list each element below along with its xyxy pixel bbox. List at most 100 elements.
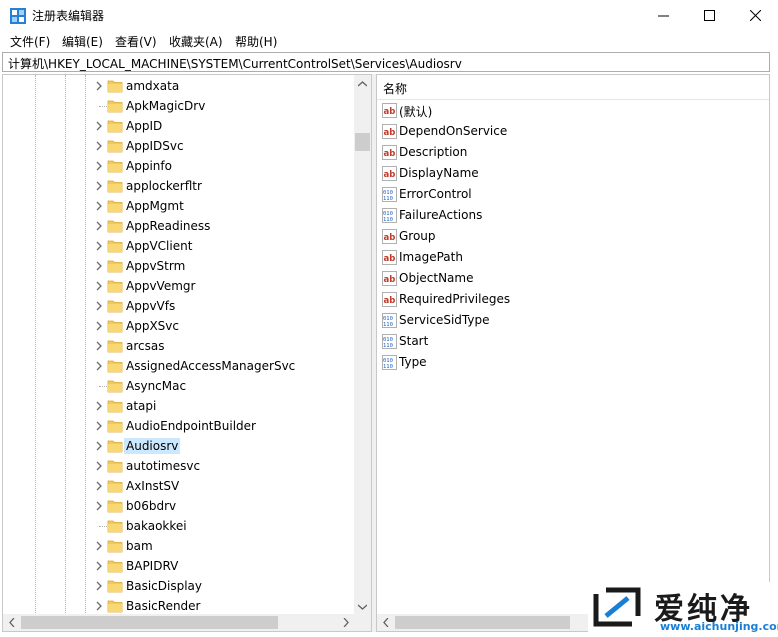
expand-chevron-icon[interactable] xyxy=(94,421,104,431)
value-row[interactable]: ab ObjectName xyxy=(377,268,769,289)
expand-chevron-icon[interactable] xyxy=(94,121,104,131)
tree-item[interactable]: BasicRender xyxy=(3,596,353,616)
expand-chevron-icon[interactable] xyxy=(94,221,104,231)
svg-text:ab: ab xyxy=(384,149,396,159)
expand-chevron-icon[interactable] xyxy=(94,441,104,451)
tree-item[interactable]: AppvVemgr xyxy=(3,276,353,296)
tree-horizontal-scroll-thumb[interactable] xyxy=(21,616,278,629)
tree-item[interactable]: atapi xyxy=(3,396,353,416)
expand-chevron-icon[interactable] xyxy=(94,461,104,471)
expand-chevron-icon[interactable] xyxy=(94,341,104,351)
scroll-left-button[interactable] xyxy=(3,614,20,631)
value-row[interactable]: ab RequiredPrivileges xyxy=(377,289,769,310)
tree-item[interactable]: bakaokkei xyxy=(3,516,353,536)
expand-chevron-icon[interactable] xyxy=(94,81,104,91)
menu-view[interactable]: 查看(V) xyxy=(115,33,157,50)
tree-item[interactable]: BAPIDRV xyxy=(3,556,353,576)
value-row[interactable]: 010 110 FailureActions xyxy=(377,205,769,226)
scroll-right-button[interactable] xyxy=(337,614,354,631)
menu-file[interactable]: 文件(F) xyxy=(10,33,50,50)
expand-chevron-icon[interactable] xyxy=(94,361,104,371)
expand-chevron-icon[interactable] xyxy=(94,201,104,211)
value-row[interactable]: ab DisplayName xyxy=(377,163,769,184)
string-value-icon: ab xyxy=(382,145,397,160)
tree-item[interactable]: AssignedAccessManagerSvc xyxy=(3,356,353,376)
menu-favorites[interactable]: 收藏夹(A) xyxy=(169,33,223,50)
tree-item[interactable]: AppVClient xyxy=(3,236,353,256)
tree-item[interactable]: bam xyxy=(3,536,353,556)
value-row[interactable]: ab Description xyxy=(377,142,769,163)
tree-horizontal-scrollbar[interactable] xyxy=(3,614,371,631)
expand-chevron-icon[interactable] xyxy=(94,481,104,491)
tree-item[interactable]: BasicDisplay xyxy=(3,576,353,596)
tree-item-label: bam xyxy=(126,539,153,553)
regedit-app-icon xyxy=(10,8,26,24)
tree-item[interactable]: AppXSvc xyxy=(3,316,353,336)
string-value-icon: ab xyxy=(382,229,397,244)
tree-item[interactable]: AppReadiness xyxy=(3,216,353,236)
tree-item[interactable]: arcsas xyxy=(3,336,353,356)
value-row[interactable]: 010 110 Start xyxy=(377,331,769,352)
tree-item[interactable]: AppID xyxy=(3,116,353,136)
expand-chevron-icon[interactable] xyxy=(94,321,104,331)
expand-chevron-icon[interactable] xyxy=(94,241,104,251)
value-name: Start xyxy=(399,334,429,348)
expand-chevron-icon[interactable] xyxy=(94,601,104,611)
tree-item[interactable]: b06bdrv xyxy=(3,496,353,516)
scroll-down-button[interactable] xyxy=(354,598,371,615)
scroll-up-button[interactable] xyxy=(354,75,371,92)
tree-item[interactable]: AppIDSvc xyxy=(3,136,353,156)
value-row[interactable]: 010 110 Type xyxy=(377,352,769,373)
tree-item[interactable]: Appinfo xyxy=(3,156,353,176)
maximize-button[interactable] xyxy=(686,0,732,30)
expand-chevron-icon[interactable] xyxy=(94,301,104,311)
expand-chevron-icon[interactable] xyxy=(94,281,104,291)
value-row[interactable]: ab (默认) xyxy=(377,100,769,121)
tree-item[interactable]: AppMgmt xyxy=(3,196,353,216)
svg-text:110: 110 xyxy=(383,322,393,328)
expand-chevron-icon[interactable] xyxy=(94,401,104,411)
tree-item[interactable]: AxInstSV xyxy=(3,476,353,496)
tree-item[interactable]: AppvVfs xyxy=(3,296,353,316)
address-bar[interactable]: 计算机\HKEY_LOCAL_MACHINE\SYSTEM\CurrentCon… xyxy=(2,52,770,72)
value-row[interactable]: 010 110 ServiceSidType xyxy=(377,310,769,331)
tree-item[interactable]: amdxata xyxy=(3,76,353,96)
minimize-button[interactable] xyxy=(640,0,686,30)
key-tree-pane[interactable]: amdxata ApkMagicDrv AppID AppIDSvc Appinfo ap… xyxy=(2,74,372,632)
tree-vertical-scroll-thumb[interactable] xyxy=(355,133,370,151)
tree-item[interactable]: applockerfltr xyxy=(3,176,353,196)
expand-chevron-icon[interactable] xyxy=(94,181,104,191)
tree-item[interactable]: AudioEndpointBuilder xyxy=(3,416,353,436)
address-path[interactable]: 计算机\HKEY_LOCAL_MACHINE\SYSTEM\CurrentCon… xyxy=(8,55,462,72)
values-horizontal-scroll-thumb[interactable] xyxy=(395,616,570,629)
value-row[interactable]: ab DependOnService xyxy=(377,121,769,142)
expand-chevron-icon[interactable] xyxy=(94,501,104,511)
menu-edit[interactable]: 编辑(E) xyxy=(62,33,103,50)
menu-help[interactable]: 帮助(H) xyxy=(235,33,277,50)
string-value-icon: ab xyxy=(382,124,397,139)
value-name: Description xyxy=(399,145,468,159)
tree-item-label: b06bdrv xyxy=(126,499,177,513)
expand-chevron-icon[interactable] xyxy=(94,581,104,591)
folder-icon xyxy=(107,100,123,113)
tree-item[interactable]: autotimesvc xyxy=(3,456,353,476)
value-row[interactable]: 010 110 ErrorControl xyxy=(377,184,769,205)
close-button[interactable] xyxy=(732,0,778,30)
tree-vertical-scrollbar[interactable] xyxy=(354,75,371,615)
expand-chevron-icon[interactable] xyxy=(94,561,104,571)
tree-item[interactable]: Audiosrv xyxy=(3,436,353,456)
column-header-name[interactable]: 名称 xyxy=(377,75,769,100)
tree-item[interactable]: ApkMagicDrv xyxy=(3,96,353,116)
value-row[interactable]: ab ImagePath xyxy=(377,247,769,268)
tree-item[interactable]: AppvStrm xyxy=(3,256,353,276)
folder-icon xyxy=(107,120,123,133)
folder-icon xyxy=(107,160,123,173)
expand-chevron-icon[interactable] xyxy=(94,541,104,551)
value-row[interactable]: ab Group xyxy=(377,226,769,247)
values-pane[interactable]: 名称 ab (默认) ab DependOnService ab Description a… xyxy=(376,74,770,632)
expand-chevron-icon[interactable] xyxy=(94,141,104,151)
values-scroll-left-button[interactable] xyxy=(377,614,394,631)
expand-chevron-icon[interactable] xyxy=(94,261,104,271)
expand-chevron-icon[interactable] xyxy=(94,161,104,171)
tree-item[interactable]: AsyncMac xyxy=(3,376,353,396)
